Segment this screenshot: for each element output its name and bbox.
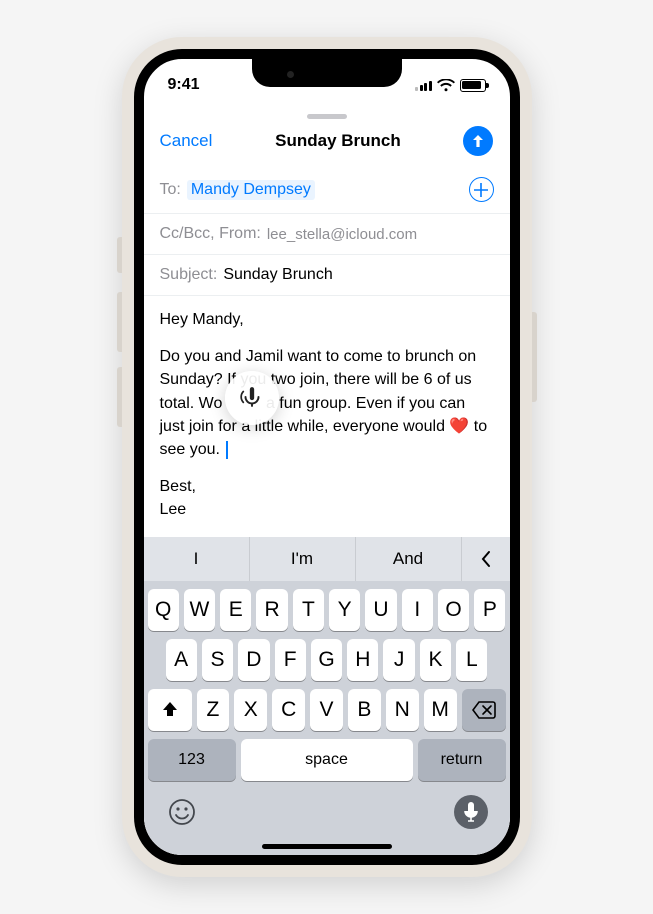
keyboard-row-3: Z X C V B N M (144, 681, 510, 731)
sheet-grabber[interactable] (307, 114, 347, 119)
heart-emoji: ❤️ (449, 418, 469, 435)
subject-value: Sunday Brunch (223, 266, 332, 284)
body-greeting: Hey Mandy, (160, 308, 494, 331)
shift-key[interactable] (148, 689, 192, 731)
keyboard-footer (144, 781, 510, 831)
key-g[interactable]: G (311, 639, 342, 681)
key-c[interactable]: C (272, 689, 305, 731)
key-d[interactable]: D (238, 639, 269, 681)
arrow-up-icon (470, 133, 486, 149)
body-signoff-name: Lee (160, 501, 187, 518)
key-k[interactable]: K (420, 639, 451, 681)
shift-icon (160, 700, 180, 720)
numbers-key[interactable]: 123 (148, 739, 236, 781)
voice-dictation-icon (239, 385, 265, 411)
dictation-button[interactable] (454, 795, 488, 829)
key-w[interactable]: W (184, 589, 215, 631)
prediction-3[interactable]: And (356, 537, 462, 581)
microphone-icon (462, 801, 480, 823)
keyboard: I I'm And Q W E R T Y U I O (144, 537, 510, 855)
add-recipient-button[interactable] (469, 177, 494, 202)
key-v[interactable]: V (310, 689, 343, 731)
screen: 9:41 Cancel Sunday Brunch (134, 49, 520, 865)
key-n[interactable]: N (386, 689, 419, 731)
wifi-icon (437, 79, 455, 92)
key-s[interactable]: S (202, 639, 233, 681)
from-email: lee_stella@icloud.com (267, 226, 417, 243)
volume-down-button[interactable] (117, 367, 122, 427)
key-u[interactable]: U (365, 589, 396, 631)
battery-icon (460, 79, 486, 92)
notch (252, 59, 402, 87)
return-key[interactable]: return (418, 739, 506, 781)
keyboard-row-1: Q W E R T Y U I O P (144, 581, 510, 631)
keyboard-row-2: A S D F G H J K L (144, 631, 510, 681)
compose-sheet: Cancel Sunday Brunch To: Mandy Dempsey C… (144, 107, 510, 855)
to-recipient[interactable]: Mandy Dempsey (187, 180, 315, 200)
key-e[interactable]: E (220, 589, 251, 631)
chevron-left-icon (479, 550, 493, 568)
prediction-1[interactable]: I (144, 537, 250, 581)
status-time: 9:41 (168, 76, 200, 94)
home-indicator[interactable] (262, 844, 392, 849)
key-z[interactable]: Z (197, 689, 230, 731)
cc-bcc-from-field[interactable]: Cc/Bcc, From: lee_stella@icloud.com (144, 214, 510, 255)
subject-label: Subject: (160, 266, 218, 284)
body-signoff-best: Best, (160, 478, 196, 495)
predictive-bar: I I'm And (144, 537, 510, 581)
to-field[interactable]: To: Mandy Dempsey (144, 166, 510, 214)
keyboard-row-bottom: 123 space return (144, 731, 510, 781)
backspace-icon (472, 701, 496, 719)
predictive-collapse-button[interactable] (462, 537, 510, 581)
key-i[interactable]: I (402, 589, 433, 631)
prediction-2[interactable]: I'm (250, 537, 356, 581)
phone-frame: 9:41 Cancel Sunday Brunch (122, 37, 532, 877)
compose-title: Sunday Brunch (275, 131, 401, 151)
to-label: To: (160, 181, 181, 199)
key-b[interactable]: B (348, 689, 381, 731)
key-x[interactable]: X (234, 689, 267, 731)
message-body[interactable]: Hey Mandy, Do you and Jamil want to come… (144, 296, 510, 534)
voice-control-bubble[interactable] (225, 371, 279, 425)
cellular-icon (415, 79, 432, 91)
key-p[interactable]: P (474, 589, 505, 631)
cancel-button[interactable]: Cancel (160, 131, 213, 151)
body-paragraph: Do you and Jamil want to come to brunch … (160, 345, 494, 461)
subject-field[interactable]: Subject: Sunday Brunch (144, 255, 510, 296)
key-t[interactable]: T (293, 589, 324, 631)
send-button[interactable] (463, 126, 493, 156)
nav-bar: Cancel Sunday Brunch (144, 121, 510, 166)
emoji-button[interactable] (166, 796, 198, 828)
key-m[interactable]: M (424, 689, 457, 731)
emoji-icon (168, 798, 196, 826)
backspace-key[interactable] (462, 689, 506, 731)
key-r[interactable]: R (256, 589, 287, 631)
plus-icon (474, 183, 488, 197)
key-l[interactable]: L (456, 639, 487, 681)
ccbcc-label: Cc/Bcc, From: (160, 225, 261, 243)
key-f[interactable]: F (275, 639, 306, 681)
key-a[interactable]: A (166, 639, 197, 681)
text-cursor (226, 441, 228, 459)
space-key[interactable]: space (241, 739, 413, 781)
key-h[interactable]: H (347, 639, 378, 681)
key-q[interactable]: Q (148, 589, 179, 631)
side-button[interactable] (532, 312, 537, 402)
key-j[interactable]: J (383, 639, 414, 681)
key-o[interactable]: O (438, 589, 469, 631)
key-y[interactable]: Y (329, 589, 360, 631)
